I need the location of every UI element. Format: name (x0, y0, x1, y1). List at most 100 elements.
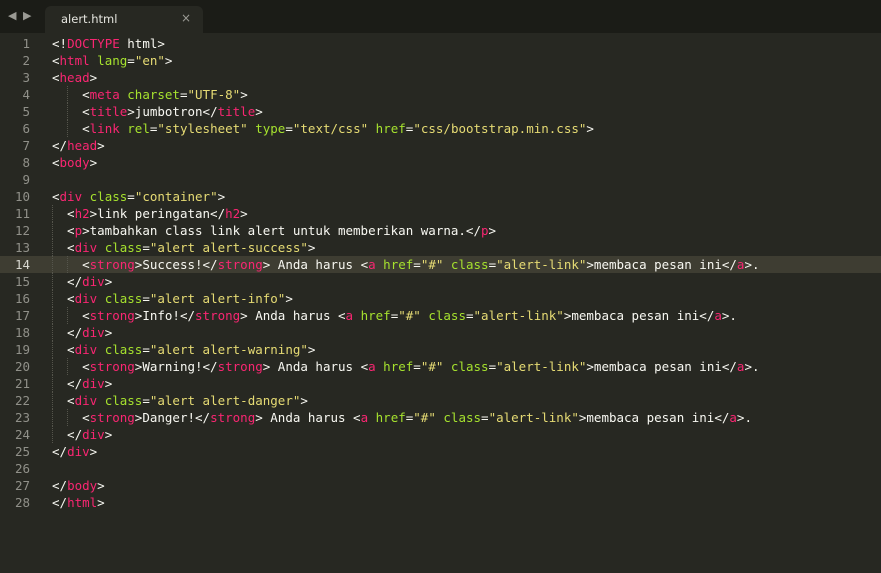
code-token: >membaca pesan ini</ (578, 410, 730, 425)
code-line[interactable]: 6 <link rel="stylesheet" type="text/css"… (0, 120, 881, 137)
code-token: div (74, 240, 98, 255)
code-token: >. (744, 257, 760, 272)
code-line[interactable]: 23 <strong>Danger!</strong> Anda harus <… (0, 409, 881, 426)
code-token: > (285, 291, 293, 306)
code-line[interactable]: 1 <!DOCTYPE html> (0, 35, 881, 52)
code-line[interactable]: 11 <h2>link peringatan</h2> (0, 205, 881, 222)
code-token: >membaca pesan ini</ (586, 257, 737, 272)
code-line[interactable]: 27 </body> (0, 477, 881, 494)
code-token: DOCTYPE (67, 36, 120, 51)
code-line[interactable]: 9 (0, 171, 881, 188)
code-token: > Anda harus < (262, 257, 369, 272)
line-number: 4 (22, 87, 30, 102)
close-icon[interactable]: × (181, 11, 191, 25)
code-line[interactable]: 14 <strong>Success!</strong> Anda harus … (0, 256, 881, 273)
code-text: </div> (52, 273, 112, 290)
code-text: </head> (52, 137, 105, 154)
code-token: = (488, 359, 497, 374)
code-token: > (104, 427, 113, 442)
line-number: 21 (14, 376, 30, 391)
code-token: href (375, 410, 406, 425)
line-number: 9 (22, 172, 30, 187)
code-line[interactable]: 19 <div class="alert alert-warning"> (0, 341, 881, 358)
code-token: meta (89, 87, 120, 102)
code-token: body (59, 155, 90, 170)
code-line[interactable]: 13 <div class="alert alert-success"> (0, 239, 881, 256)
code-token: </ (52, 427, 83, 442)
code-token: "#" (420, 257, 444, 272)
code-token: > (255, 104, 263, 119)
tab-alert-html[interactable]: alert.html × (45, 6, 203, 33)
code-line[interactable]: 15 </div> (0, 273, 881, 290)
code-line[interactable]: 26 (0, 460, 881, 477)
code-token: >. (721, 308, 737, 323)
code-line[interactable]: 20 <strong>Warning!</strong> Anda harus … (0, 358, 881, 375)
code-token: < (52, 342, 75, 357)
line-number: 22 (14, 393, 30, 408)
code-token: >membaca pesan ini</ (586, 359, 737, 374)
code-token: >Warning!</ (134, 359, 218, 374)
code-text: <strong>Warning!</strong> Anda harus <a … (52, 358, 759, 375)
code-text: <meta charset="UTF-8"> (52, 86, 248, 103)
tab-forward-icon[interactable]: ▶ (23, 9, 31, 22)
line-number: 13 (14, 240, 30, 255)
code-token: < (52, 291, 75, 306)
line-number: 14 (14, 257, 30, 272)
code-line[interactable]: 25 </div> (0, 443, 881, 460)
code-text: <div class="alert alert-warning"> (52, 341, 315, 358)
tab-back-icon[interactable]: ◀ (8, 9, 16, 22)
indent-guide (52, 409, 53, 426)
code-token: > (300, 393, 308, 408)
code-token: > (97, 478, 105, 493)
code-line[interactable]: 18 </div> (0, 324, 881, 341)
code-token: charset (127, 87, 180, 102)
code-token: strong (89, 308, 135, 323)
code-token: h2 (74, 206, 90, 221)
code-text: </div> (52, 443, 97, 460)
code-token: strong (195, 308, 241, 323)
code-token: "alert alert-success" (149, 240, 308, 255)
code-line[interactable]: 4 <meta charset="UTF-8"> (0, 86, 881, 103)
code-token: < (52, 87, 90, 102)
code-token: < (52, 121, 90, 136)
code-token: >tambahkan class link alert untuk member… (82, 223, 481, 238)
line-number: 16 (14, 291, 30, 306)
code-line[interactable]: 12 <p>tambahkan class link alert untuk m… (0, 222, 881, 239)
code-line[interactable]: 17 <strong>Info!</strong> Anda harus <a … (0, 307, 881, 324)
code-token: > (164, 53, 173, 68)
code-line[interactable]: 7 </head> (0, 137, 881, 154)
code-token: body (67, 478, 98, 493)
code-text: <body> (52, 154, 97, 171)
code-line[interactable]: 24 </div> (0, 426, 881, 443)
code-line[interactable]: 5 <title>jumbotron</title> (0, 103, 881, 120)
code-line[interactable]: 22 <div class="alert alert-danger"> (0, 392, 881, 409)
code-token: "alert alert-warning" (149, 342, 308, 357)
code-line[interactable]: 16 <div class="alert alert-info"> (0, 290, 881, 307)
code-editor[interactable]: 1 <!DOCTYPE html> 2 <html lang="en"> 3 <head>… (0, 35, 881, 573)
code-line[interactable]: 3 <head> (0, 69, 881, 86)
code-token: < (52, 189, 60, 204)
tab-title: alert.html (61, 12, 118, 26)
code-token: < (52, 206, 75, 221)
code-token: href (375, 121, 406, 136)
code-line[interactable]: 21 </div> (0, 375, 881, 392)
code-line[interactable]: 8 <body> (0, 154, 881, 171)
code-token: div (74, 291, 98, 306)
code-line[interactable]: 2 <html lang="en"> (0, 52, 881, 69)
code-line[interactable]: 10 <div class="container"> (0, 188, 881, 205)
code-token: < (52, 240, 75, 255)
indent-guide (52, 290, 53, 307)
line-number: 5 (22, 104, 30, 119)
line-number: 15 (14, 274, 30, 289)
code-line[interactable]: 28 </html> (0, 494, 881, 511)
code-token: </ (52, 495, 68, 510)
code-token: "UTF-8" (187, 87, 241, 102)
code-token: = (413, 359, 421, 374)
code-token: > (104, 376, 113, 391)
code-token: strong (217, 257, 263, 272)
code-token: < (52, 308, 90, 323)
